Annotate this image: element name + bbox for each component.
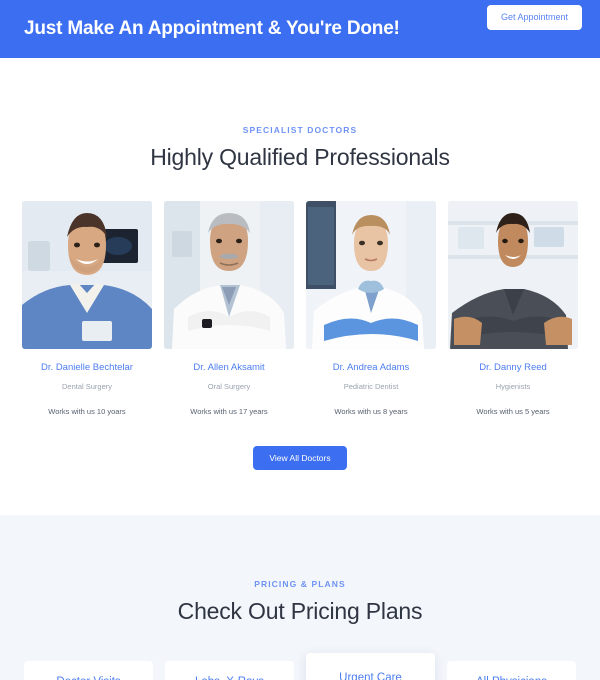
cta-title: Just Make An Appointment & You're Done!	[24, 18, 400, 39]
doctor-experience: Works with us 5 years	[476, 407, 550, 416]
doctor-name[interactable]: Dr. Andrea Adams	[306, 362, 436, 373]
doctor-photo	[164, 201, 294, 349]
doctor-experience: Works with us 17 years	[190, 407, 268, 416]
doctor-specialty: Dental Surgery	[61, 382, 113, 391]
doctors-page-title: Highly Qualified Professionals	[150, 144, 450, 170]
pricing-eyebrow: PRICING & PLANS	[254, 579, 346, 589]
doctor-specialty: Hygienists	[495, 382, 531, 391]
view-all-doctors-wrap: View All Doctors	[0, 446, 600, 470]
pricing-tabs: Doctor Visits Labs, X-Rays Urgent Care A…	[0, 653, 600, 680]
doctor-name[interactable]: Dr. Danielle Bechtelar	[22, 362, 152, 373]
tab-urgent-care[interactable]: Urgent Care	[306, 653, 435, 680]
doctor-name[interactable]: Dr. Danny Reed	[448, 362, 578, 373]
doctor-card[interactable]: Dr. Danny Reed Hygienists Works with us …	[448, 201, 578, 416]
doctor-specialty: Pediatric Dentist	[343, 382, 399, 391]
view-all-doctors-button[interactable]: View All Doctors	[253, 446, 347, 470]
doctor-name[interactable]: Dr. Allen Aksamit	[164, 362, 294, 373]
doctor-card[interactable]: Dr. Andrea Adams Pediatric Dentist Works…	[306, 201, 436, 416]
tab-all-physicians[interactable]: All Physicians	[447, 661, 576, 680]
get-appointment-button[interactable]: Get Appointment	[486, 5, 582, 30]
doctor-photo	[306, 201, 436, 349]
pricing-plans-section: PRICING & PLANS Check Out Pricing Plans …	[0, 515, 600, 680]
doctor-card[interactable]: Dr. Allen Aksamit Oral Surgery Works wit…	[164, 201, 294, 416]
doctor-experience: Works with us 8 years	[334, 407, 408, 416]
doctor-experience: Works with us 10 yoars	[48, 407, 126, 416]
doctor-photo	[22, 201, 152, 349]
doctor-card[interactable]: Dr. Danielle Bechtelar Dental Surgery Wo…	[22, 201, 152, 416]
tab-doctor-visits[interactable]: Doctor Visits	[24, 661, 153, 680]
pricing-page-title: Check Out Pricing Plans	[177, 598, 423, 624]
appointment-cta-banner: Just Make An Appointment & You're Done! …	[0, 0, 600, 58]
doctor-specialty: Oral Surgery	[207, 382, 251, 391]
doctors-grid: Dr. Danielle Bechtelar Dental Surgery Wo…	[0, 201, 600, 416]
doctor-photo	[448, 201, 578, 349]
tab-labs-xrays[interactable]: Labs, X-Rays	[165, 661, 294, 680]
specialist-doctors-section: SPECIALIST DOCTORS Highly Qualified Prof…	[0, 58, 600, 515]
doctors-eyebrow: SPECIALIST DOCTORS	[242, 125, 358, 135]
